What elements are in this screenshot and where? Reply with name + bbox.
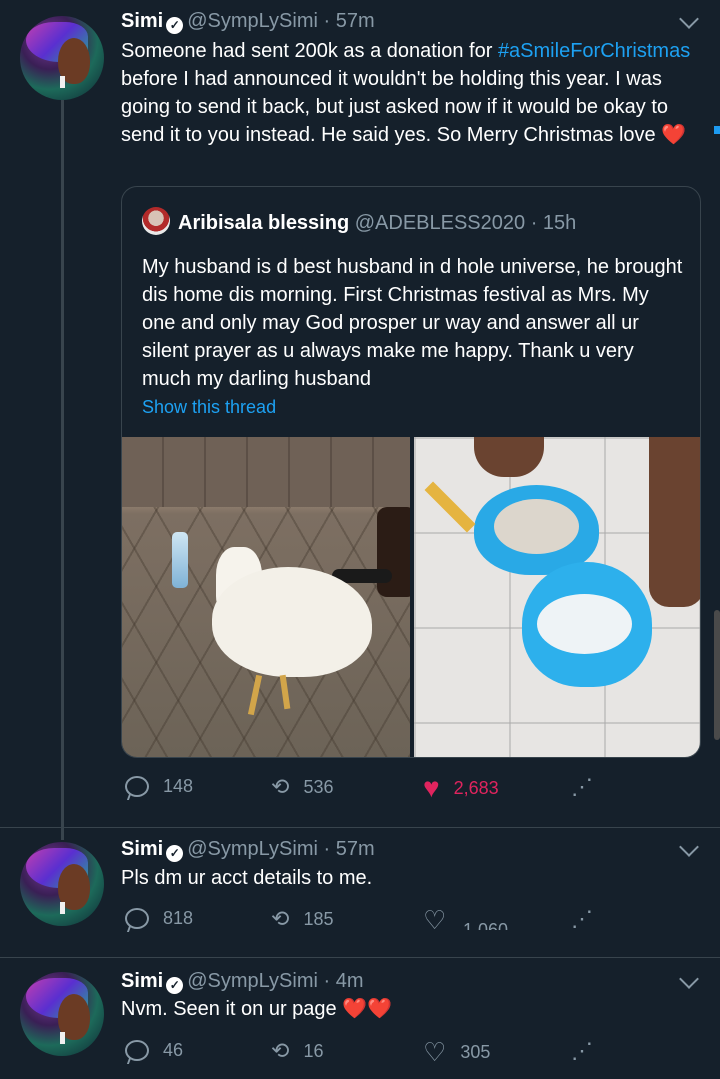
tweet-text-part: Nvm. Seen it on ur page — [121, 998, 343, 1020]
retweet-count: 536 — [303, 776, 334, 797]
photo-wall — [122, 437, 410, 507]
like-button[interactable]: ♡ 305 — [423, 1037, 491, 1067]
photo-chicken[interactable] — [122, 437, 410, 757]
reply-icon — [125, 908, 149, 929]
reply-button[interactable]: 818 — [125, 908, 193, 929]
photo-bowl-content — [494, 499, 579, 554]
tweet-text-part: before I had announced it wouldn't be ho… — [121, 68, 668, 146]
divider — [0, 957, 720, 958]
photo-bottle — [172, 532, 188, 588]
thread-line — [61, 100, 64, 840]
photo-leg — [474, 437, 544, 477]
photo-bowl — [522, 562, 652, 687]
like-button[interactable]: ♥ 2,683 — [423, 772, 499, 803]
avatar[interactable] — [20, 16, 104, 100]
author-name[interactable]: Simi — [121, 10, 163, 32]
tweet-text: Someone had sent 200k as a donation for … — [121, 37, 701, 149]
retweet-button[interactable]: ⟲ 185 — [271, 908, 333, 930]
quote-author-handle[interactable]: @ADEBLESS2020 — [355, 212, 525, 234]
share-icon: ⋰ — [571, 774, 593, 799]
photo-bowls[interactable] — [414, 437, 700, 757]
quote-header: Aribisala blessing @ADEBLESS2020 · 15h — [142, 207, 576, 235]
tweet-header: Simi ✓ @SympLySimi · 57m — [121, 9, 375, 34]
tweet-actions: 46 ⟲ 16 ♡ 305 ⋰ — [121, 1037, 621, 1068]
scroll-marker — [714, 126, 720, 134]
author-name[interactable]: Simi — [121, 838, 163, 860]
retweet-icon: ⟲ — [271, 1038, 290, 1063]
like-count: 2,683 — [453, 777, 499, 798]
quoted-tweet[interactable]: Aribisala blessing @ADEBLESS2020 · 15h M… — [121, 186, 701, 758]
author-handle[interactable]: @SympLySimi — [187, 838, 318, 860]
share-icon: ⋰ — [571, 1038, 593, 1063]
heart-outline-icon: ♡ — [423, 1037, 447, 1067]
tweet-actions: 818 ⟲ 185 ♡ 1,060 ⋰ — [121, 905, 621, 936]
quote-text: My husband is d best husband in d hole u… — [142, 256, 683, 390]
quote-time: · 15h — [530, 212, 577, 234]
retweet-button[interactable]: ⟲ 16 — [271, 1040, 323, 1062]
tweet-time[interactable]: · 57m — [324, 10, 375, 32]
tweet-time[interactable]: · 4m — [324, 970, 364, 992]
divider — [0, 827, 720, 828]
heart-filled-icon: ♥ — [423, 772, 440, 803]
author-handle[interactable]: @SympLySimi — [187, 970, 318, 992]
retweet-count: 16 — [303, 1040, 324, 1061]
retweet-icon: ⟲ — [271, 774, 290, 799]
tweet-text: Nvm. Seen it on ur page ❤️❤️ — [121, 995, 701, 1023]
avatar-earring — [60, 1032, 65, 1044]
retweet-button[interactable]: ⟲ 536 — [271, 776, 333, 798]
share-icon: ⋰ — [571, 906, 593, 931]
tweet-header: Simi ✓ @SympLySimi · 57m — [121, 837, 375, 862]
like-count: 305 — [460, 1041, 491, 1062]
photo-hen-body — [212, 567, 372, 677]
scrollbar-thumb[interactable] — [714, 610, 720, 740]
reply-button[interactable]: 46 — [125, 1040, 183, 1061]
photo-leg — [377, 507, 410, 597]
share-button[interactable]: ⋰ — [571, 1040, 593, 1062]
author-handle[interactable]: @SympLySimi — [187, 10, 318, 32]
author-name[interactable]: Simi — [121, 970, 163, 992]
verified-icon: ✓ — [166, 17, 184, 34]
reply-count: 46 — [163, 1040, 184, 1060]
verified-icon: ✓ — [166, 977, 184, 994]
chevron-down-icon[interactable] — [679, 837, 699, 857]
like-button[interactable]: ♡ — [423, 905, 447, 935]
chevron-down-icon[interactable] — [679, 969, 699, 989]
show-thread-link[interactable]: Show this thread — [142, 397, 276, 418]
quote-avatar[interactable] — [142, 207, 170, 235]
avatar[interactable] — [20, 972, 104, 1056]
share-button[interactable]: ⋰ — [571, 908, 593, 930]
retweet-count: 185 — [303, 908, 334, 929]
heart-emoji: ❤️ — [661, 124, 687, 146]
tweet-header: Simi ✓ @SympLySimi · 4m — [121, 969, 364, 994]
quote-author-name[interactable]: Aribisala blessing — [178, 212, 349, 234]
heart-outline-icon: ♡ — [423, 905, 447, 935]
avatar-earring — [60, 76, 65, 88]
tweet-text-part: Someone had sent 200k as a donation for — [121, 40, 498, 62]
heart-emoji: ❤️❤️ — [342, 998, 393, 1020]
reply-count: 148 — [163, 776, 194, 796]
avatar-earring — [60, 902, 65, 914]
like-count-animating: 1,060 — [463, 922, 508, 930]
retweet-icon: ⟲ — [271, 906, 290, 931]
reply-icon — [125, 776, 149, 797]
share-button[interactable]: ⋰ — [571, 776, 593, 798]
photo-hen-leg — [279, 674, 291, 710]
reply-button[interactable]: 148 — [125, 776, 193, 797]
chevron-down-icon[interactable] — [679, 9, 699, 29]
photo-leg — [649, 437, 700, 607]
reply-count: 818 — [163, 908, 194, 928]
tweet-time[interactable]: · 57m — [324, 838, 375, 860]
tweet-actions: 148 ⟲ 536 ♥ 2,683 ⋰ — [121, 772, 621, 804]
photo-hen-leg — [247, 674, 263, 716]
verified-icon: ✓ — [166, 845, 184, 862]
photo-chicken-foot — [424, 481, 476, 533]
avatar[interactable] — [20, 842, 104, 926]
photo-bowl-content — [537, 594, 632, 654]
reply-icon — [125, 1040, 149, 1061]
tweet-text: Pls dm ur acct details to me. — [121, 867, 373, 889]
hashtag-link[interactable]: #aSmileForChristmas — [498, 40, 690, 62]
